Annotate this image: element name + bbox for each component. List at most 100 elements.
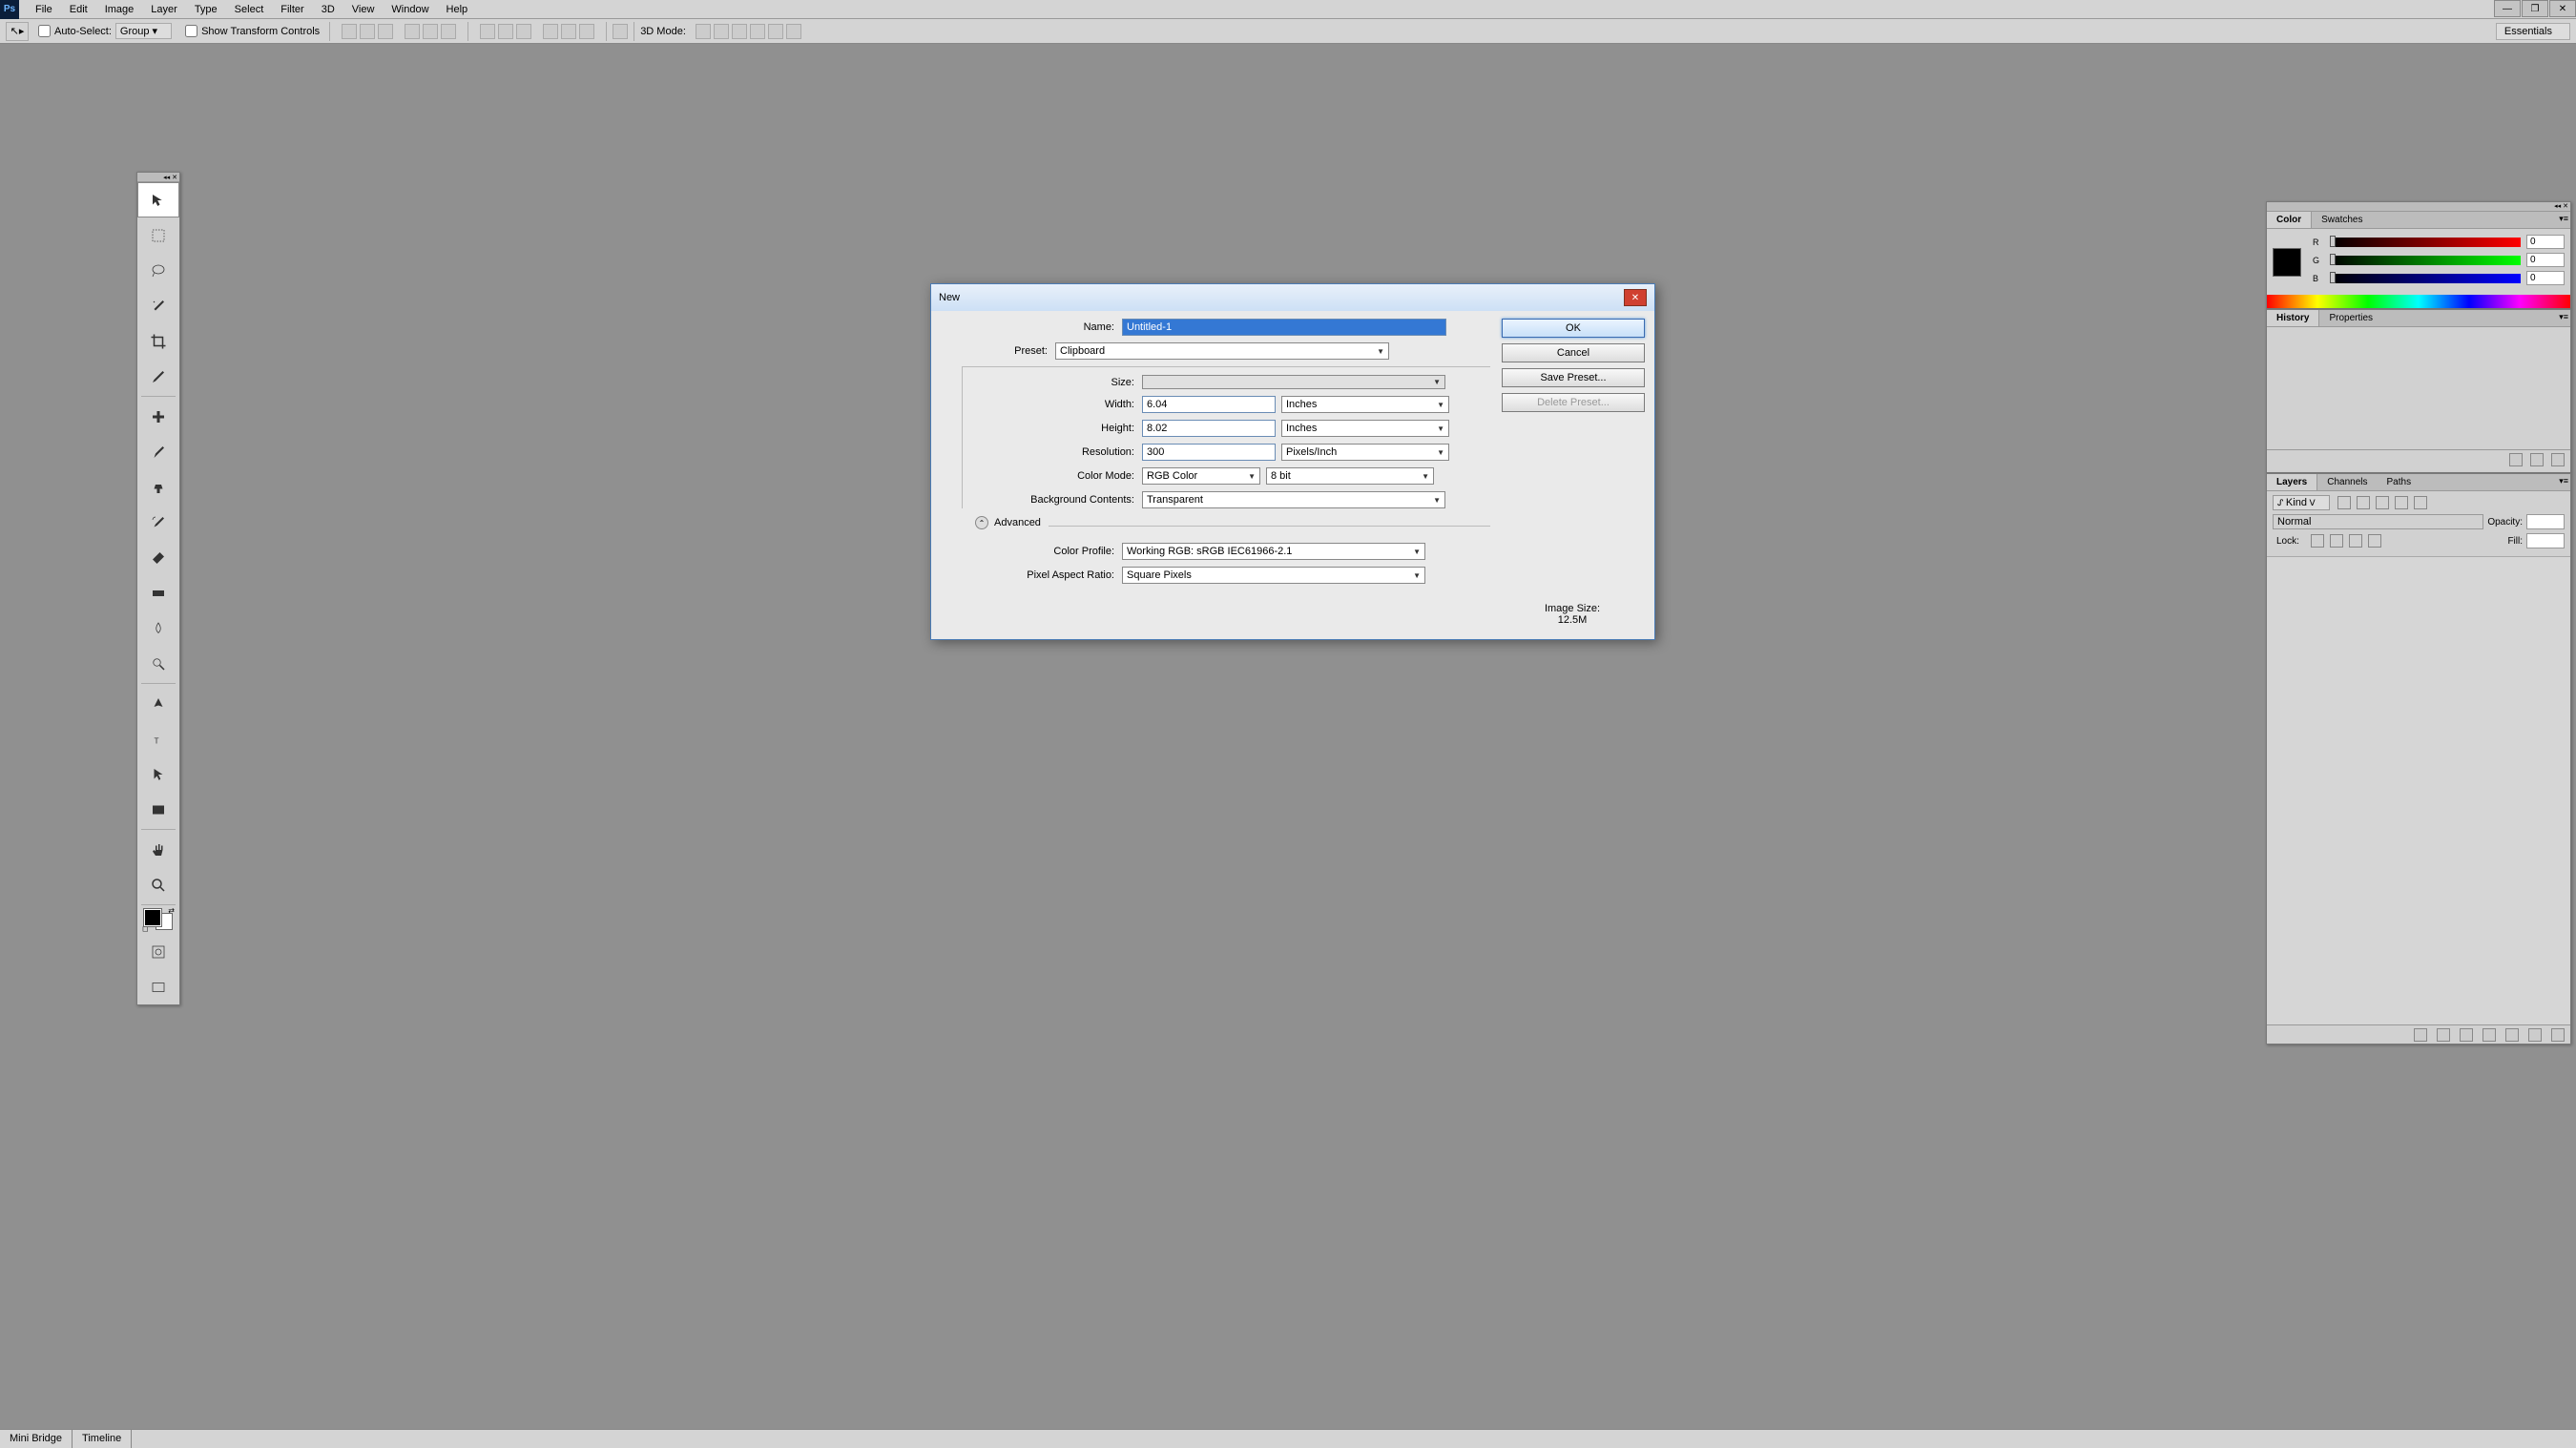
filter-smart-icon[interactable] <box>2414 496 2427 509</box>
panel-header[interactable]: ◂◂ ✕ <box>2267 202 2570 212</box>
menu-view[interactable]: View <box>343 1 384 18</box>
distribute-right-icon[interactable] <box>579 24 594 39</box>
resolution-input[interactable] <box>1142 444 1276 461</box>
camera-icon[interactable] <box>2509 453 2523 466</box>
healing-brush-tool[interactable] <box>137 399 179 434</box>
hand-tool[interactable] <box>137 832 179 867</box>
close-button[interactable]: ✕ <box>2549 0 2576 17</box>
bit-depth-dropdown[interactable]: 8 bit▼ <box>1266 467 1434 485</box>
dialog-close-button[interactable]: ✕ <box>1624 289 1647 306</box>
height-input[interactable] <box>1142 420 1276 437</box>
trash-icon[interactable] <box>2551 453 2565 466</box>
layer-mask-icon[interactable] <box>2460 1028 2473 1042</box>
size-dropdown[interactable]: ▼ <box>1142 375 1445 389</box>
eraser-tool[interactable] <box>137 540 179 575</box>
path-selection-tool[interactable] <box>137 756 179 792</box>
distribute-top-icon[interactable] <box>480 24 495 39</box>
menu-edit[interactable]: Edit <box>61 1 96 18</box>
gradient-tool[interactable] <box>137 575 179 610</box>
workspace-dropdown[interactable]: Essentials <box>2496 23 2570 40</box>
tab-color[interactable]: Color <box>2267 212 2312 228</box>
lock-position-icon[interactable] <box>2349 534 2362 548</box>
lasso-tool[interactable] <box>137 253 179 288</box>
bg-contents-dropdown[interactable]: Transparent▼ <box>1142 491 1445 508</box>
current-tool-icon[interactable]: ↖▸ <box>6 22 29 41</box>
new-snapshot-icon[interactable] <box>2530 453 2544 466</box>
opacity-input[interactable] <box>2526 514 2565 529</box>
align-bottom-icon[interactable] <box>378 24 393 39</box>
lock-all-icon[interactable] <box>2368 534 2381 548</box>
brush-tool[interactable] <box>137 434 179 469</box>
pixel-aspect-dropdown[interactable]: Square Pixels▼ <box>1122 567 1425 584</box>
tab-layers[interactable]: Layers <box>2267 474 2317 490</box>
align-right-icon[interactable] <box>441 24 456 39</box>
restore-button[interactable]: ❐ <box>2522 0 2548 17</box>
filter-type-icon[interactable] <box>2376 496 2389 509</box>
menu-type[interactable]: Type <box>186 1 226 18</box>
new-layer-icon[interactable] <box>2528 1028 2542 1042</box>
name-input[interactable] <box>1122 319 1446 336</box>
menu-file[interactable]: File <box>27 1 61 18</box>
tools-header[interactable]: ◂◂ ✕ <box>137 173 179 182</box>
g-slider[interactable] <box>2330 256 2521 265</box>
menu-select[interactable]: Select <box>226 1 273 18</box>
3d-orbit-icon[interactable] <box>696 24 711 39</box>
b-slider[interactable] <box>2330 274 2521 283</box>
3d-pan-icon[interactable] <box>732 24 747 39</box>
blur-tool[interactable] <box>137 610 179 646</box>
crop-tool[interactable] <box>137 323 179 359</box>
g-input[interactable] <box>2526 253 2565 267</box>
show-transform-checkbox[interactable] <box>185 25 197 37</box>
minimize-button[interactable]: — <box>2494 0 2521 17</box>
tab-properties[interactable]: Properties <box>2319 310 2382 326</box>
screen-mode-tool[interactable] <box>137 969 179 1004</box>
tab-mini-bridge[interactable]: Mini Bridge <box>0 1430 73 1448</box>
menu-window[interactable]: Window <box>383 1 437 18</box>
color-swatch[interactable]: ⇄ ◻ <box>144 909 173 930</box>
dialog-titlebar[interactable]: New ✕ <box>931 284 1654 311</box>
move-tool[interactable] <box>137 182 179 217</box>
ok-button[interactable]: OK <box>1502 319 1645 338</box>
tab-swatches[interactable]: Swatches <box>2312 212 2372 228</box>
lock-brush-icon[interactable] <box>2330 534 2343 548</box>
pen-tool[interactable] <box>137 686 179 721</box>
menu-filter[interactable]: Filter <box>272 1 312 18</box>
color-mode-dropdown[interactable]: RGB Color▼ <box>1142 467 1260 485</box>
menu-3d[interactable]: 3D <box>313 1 343 18</box>
tab-timeline[interactable]: Timeline <box>73 1430 132 1448</box>
auto-align-icon[interactable] <box>613 24 628 39</box>
blend-mode-dropdown[interactable]: Normal <box>2273 514 2483 529</box>
panel-menu-icon[interactable]: ▾≡ <box>2559 312 2568 322</box>
3d-zoom-icon[interactable] <box>768 24 783 39</box>
eyedropper-tool[interactable] <box>137 359 179 394</box>
height-unit-dropdown[interactable]: Inches▼ <box>1281 420 1449 437</box>
color-ramp[interactable] <box>2267 295 2570 308</box>
align-top-icon[interactable] <box>342 24 357 39</box>
distribute-hcenter-icon[interactable] <box>561 24 576 39</box>
fill-input[interactable] <box>2526 533 2565 548</box>
menu-layer[interactable]: Layer <box>142 1 186 18</box>
auto-select-dropdown[interactable]: Group ▾ <box>115 23 172 39</box>
filter-kind-dropdown[interactable]: ᔑ Kind ᐯ <box>2273 495 2330 510</box>
preset-dropdown[interactable]: Clipboard▼ <box>1055 342 1389 360</box>
auto-select-checkbox[interactable] <box>38 25 51 37</box>
width-input[interactable] <box>1142 396 1276 413</box>
type-tool[interactable]: T <box>137 721 179 756</box>
history-brush-tool[interactable] <box>137 505 179 540</box>
panel-menu-icon[interactable]: ▾≡ <box>2559 214 2568 224</box>
3d-roll-icon[interactable] <box>714 24 729 39</box>
clone-stamp-tool[interactable] <box>137 469 179 505</box>
save-preset-button[interactable]: Save Preset... <box>1502 368 1645 387</box>
lock-transparency-icon[interactable] <box>2311 534 2324 548</box>
distribute-bottom-icon[interactable] <box>516 24 531 39</box>
b-input[interactable] <box>2526 271 2565 285</box>
adjustment-layer-icon[interactable] <box>2483 1028 2496 1042</box>
rectangle-tool[interactable] <box>137 792 179 827</box>
filter-adjustment-icon[interactable] <box>2357 496 2370 509</box>
menu-image[interactable]: Image <box>96 1 143 18</box>
menu-help[interactable]: Help <box>438 1 477 18</box>
delete-preset-button[interactable]: Delete Preset... <box>1502 393 1645 412</box>
3d-camera-icon[interactable] <box>786 24 801 39</box>
distribute-vcenter-icon[interactable] <box>498 24 513 39</box>
cancel-button[interactable]: Cancel <box>1502 343 1645 362</box>
